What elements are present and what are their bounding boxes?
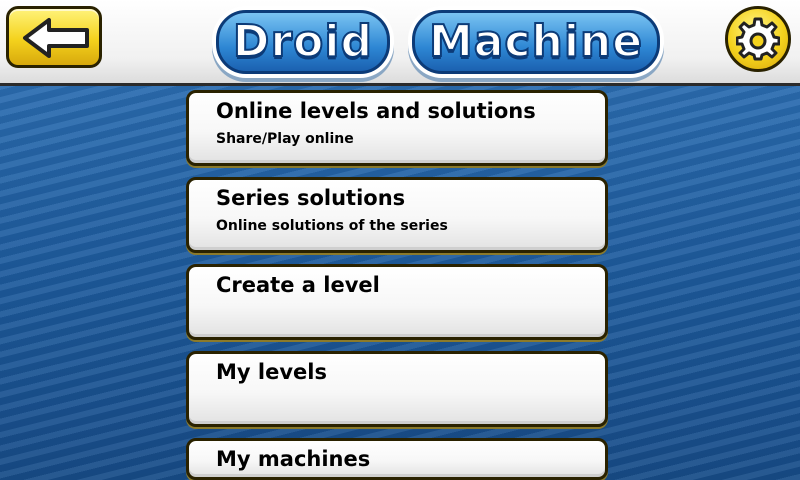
title-word-1: Droid: [215, 10, 390, 74]
back-button[interactable]: [6, 6, 102, 68]
menu-item-subtitle: Online solutions of the series: [216, 218, 448, 234]
menu-item-subtitle: Share/Play online: [216, 131, 354, 147]
title-word-2: Machine: [411, 10, 661, 74]
menu-item-title: Create a level: [216, 273, 380, 297]
menu-item-my-machines[interactable]: My machines: [186, 438, 608, 480]
menu-item-my-levels[interactable]: My levels: [186, 351, 608, 427]
settings-button[interactable]: [725, 6, 791, 72]
menu-item-title: Online levels and solutions: [216, 99, 536, 123]
menu-item-title: Series solutions: [216, 186, 406, 210]
game-title: Droid Machine: [215, 6, 661, 78]
menu-item-title: My machines: [216, 447, 371, 471]
menu-item-create-level[interactable]: Create a level: [186, 264, 608, 340]
menu-item-title: My levels: [216, 360, 327, 384]
menu-item-online-levels[interactable]: Online levels and solutions Share/Play o…: [186, 90, 608, 166]
menu-item-series-solutions[interactable]: Series solutions Online solutions of the…: [186, 177, 608, 253]
gear-icon: [736, 17, 780, 61]
arrow-left-icon: [23, 18, 89, 58]
top-bar: Droid Machine: [0, 0, 800, 86]
